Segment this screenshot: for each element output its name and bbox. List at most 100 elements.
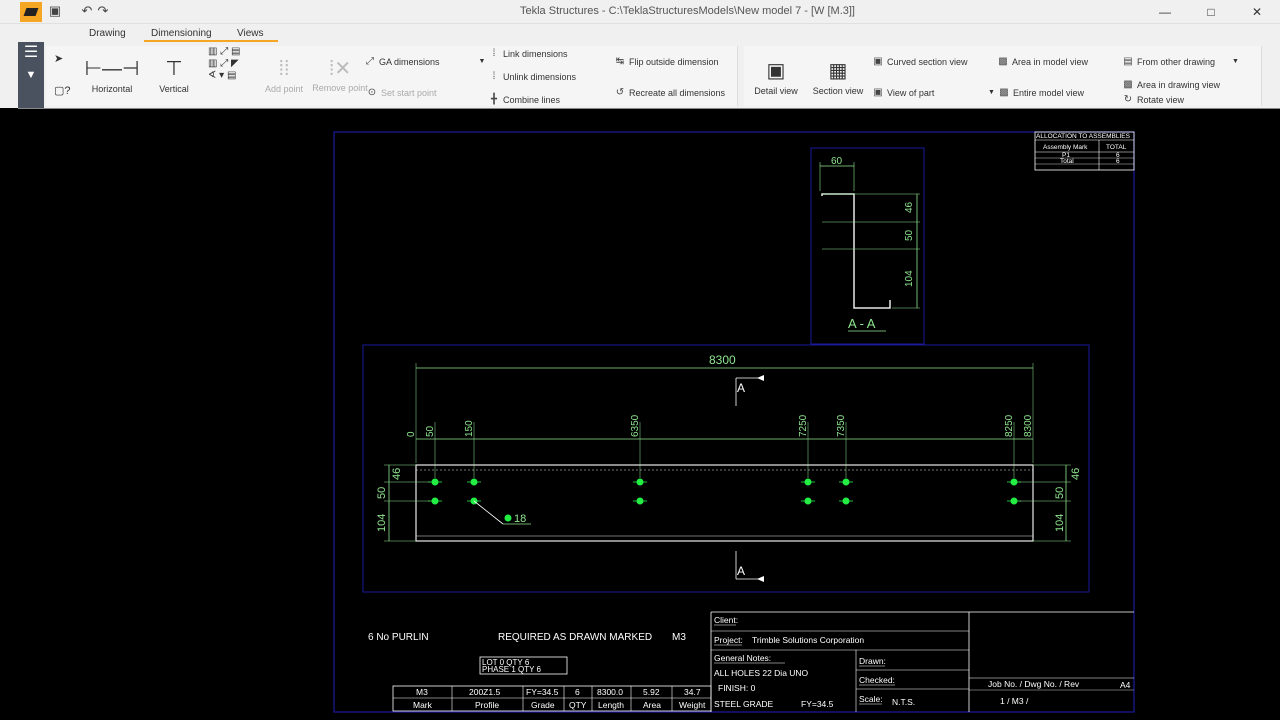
minimize-button[interactable]: — [1142,0,1188,24]
flip-dimension-icon: ↹ [615,56,625,67]
dim-7350: 7350 [836,414,847,437]
rotate-view-button[interactable]: ↻ Rotate view [1122,94,1184,105]
drawing-svg[interactable]: ALLOCATION TO ASSEMBLIES Assembly Mark T… [18,109,1280,720]
curved-section-view-button[interactable]: ▣ Curved section view [872,56,968,67]
left-dim-50: 50 [376,487,388,499]
mark-note: M3 [672,632,686,643]
dim-8250: 8250 [1004,414,1015,437]
section-view-a-a: 60 46 50 104 A - A [810,147,925,345]
from-other-drawing-button[interactable]: ▤ From other drawing ▼ [1122,56,1239,67]
curved-section-view-label: Curved section view [887,56,968,67]
area-model-icon: ▩ [998,56,1008,67]
remove-point-icon: ⁞✕ [328,58,352,80]
curved-section-icon: ▣ [873,56,883,67]
ga-dimensions-button[interactable]: ⤢ GA dimensions ▼ [364,56,485,67]
area-in-drawing-view-label: Area in drawing view [1137,79,1221,90]
horizontal-button[interactable]: ⊢—⊣ Horizontal [82,54,142,94]
add-point-icon: ⁞⁞ [278,58,290,80]
maximize-button[interactable]: □ [1188,0,1234,24]
bom-profile-header: Profile [475,700,499,710]
bom-grade-value: FY=34.5 [526,687,559,697]
tab-views[interactable]: Views [237,28,264,39]
quick-menu-rail: ☰ ▼ [18,42,44,108]
title-block: Client: Project: Trimble Solutions Corpo… [710,611,1134,712]
combine-lines-icon: ╋ [490,94,498,105]
combine-lines-button[interactable]: ╋ Combine lines [488,94,560,105]
horizontal-label: Horizontal [91,84,133,94]
section-dim-50: 50 [904,229,915,241]
unlink-dimensions-label: Unlink dimensions [503,71,577,82]
purlin-part[interactable] [415,464,1034,542]
drawing-canvas[interactable]: ALLOCATION TO ASSEMBLIES Assembly Mark T… [18,108,1280,720]
other-drawing-icon: ▤ [1123,56,1133,67]
section-view-label: Section view [812,86,864,96]
area-drawing-icon: ▩ [1123,79,1133,90]
menu-icon[interactable]: ☰ [18,42,44,64]
link-dimensions-button[interactable]: ⁞ Link dimensions [488,48,568,59]
dimension-tools-grid[interactable]: ▥ ⤢ ▤ ▥ ⤢ ◤ ∢ ▾ ▤ [208,46,240,82]
left-dim-46: 46 [391,468,403,480]
unlink-dimensions-icon: ⁞ [492,71,496,82]
area-in-model-view-button[interactable]: ▩ Area in model view [997,56,1088,67]
save-icon[interactable]: ▣ [48,4,62,18]
unlink-dimensions-button[interactable]: ⁞ Unlink dimensions [488,71,576,82]
view-of-part-label: View of part [887,87,935,98]
tab-drawing[interactable]: Drawing [89,28,126,39]
tekla-window: ▣ ↶ ↷ Tekla Structures - C:\TeklaStructu… [0,0,1280,720]
detail-view-button[interactable]: ▣ Detail view [746,56,806,96]
window-title: Tekla Structures - C:\TeklaStructuresMod… [520,5,855,17]
combine-lines-label: Combine lines [503,94,561,105]
views-panel: ▣ Detail view ▦ Section view ▣ Curved se… [744,46,1262,106]
remove-point-button: ⁞✕ Remove point [310,54,370,93]
section-mark-top: A [737,381,745,395]
section-view-button[interactable]: ▦ Section view [808,56,868,96]
project-label: Project: [714,635,743,645]
expand-down-icon[interactable]: ▼ [18,64,44,86]
flip-outside-dimension-button[interactable]: ↹ Flip outside dimension [614,56,719,67]
bom-length-value: 8300.0 [597,687,623,697]
drawing-notes: 6 No PURLIN REQUIRED AS DRAWN MARKED M3 … [368,632,686,675]
qty-note: 6 No PURLIN [368,632,429,643]
job-dwg-rev-header: Job No. / Dwg No. / Rev [988,679,1080,689]
close-button[interactable]: ✕ [1234,0,1280,24]
vertical-label: Vertical [159,84,189,94]
job-dwg-rev-values: 1 / M3 / [1000,696,1029,706]
entire-model-view-button[interactable]: ▼ ▩ Entire model view [988,87,1084,98]
section-mark-bottom: A [737,564,745,578]
chevron-down-icon[interactable]: ▼ [479,58,486,65]
tekla-logo-icon[interactable] [20,2,42,22]
vertical-button[interactable]: ⊤ Vertical [144,54,204,94]
recreate-all-label: Recreate all dimensions [629,87,726,98]
bom-area-header: Area [643,700,661,710]
rotate-icon: ↻ [1123,94,1133,105]
drawn-label: Drawn: [859,656,886,666]
flip-outside-label: Flip outside dimension [629,56,719,67]
allocation-header-total: TOTAL [1106,144,1127,151]
left-dim-104: 104 [376,514,388,532]
recreate-all-dimensions-button[interactable]: ↺ Recreate all dimensions [614,87,725,98]
view-of-part-button[interactable]: ▣ View of part [872,87,934,98]
overall-dim-8300: 8300 [709,353,736,367]
detail-view-label: Detail view [754,86,798,96]
bom-weight-header: Weight [679,700,706,710]
section-view-icon: ▦ [828,60,848,82]
chevron-down-icon[interactable]: ▼ [988,89,995,96]
add-point-label: Add point [264,84,304,94]
help-select-icon[interactable]: ▢? [54,84,71,97]
select-arrow-icon[interactable]: ➤ [54,52,63,65]
right-dim-46: 46 [1070,468,1082,480]
horizontal-dimension-icon: ⊢—⊣ [84,58,140,80]
area-in-drawing-view-button[interactable]: ▩ Area in drawing view [1122,79,1220,90]
chevron-down-icon[interactable]: ▼ [1232,58,1239,65]
bom-profile-value: 200Z1.5 [469,687,500,697]
steel-grade-label: STEEL GRADE [714,699,774,709]
redo-icon[interactable]: ↷ [96,4,110,18]
dim-6350: 6350 [630,414,641,437]
active-tab-underline [144,40,278,42]
checked-label: Checked: [859,675,895,685]
undo-icon[interactable]: ↶ [80,4,94,18]
section-dim-46: 46 [904,201,915,213]
rotate-view-label: Rotate view [1137,94,1185,105]
allocation-header-mark: Assembly Mark [1043,144,1088,151]
sheet-size: A4 [1120,680,1131,690]
